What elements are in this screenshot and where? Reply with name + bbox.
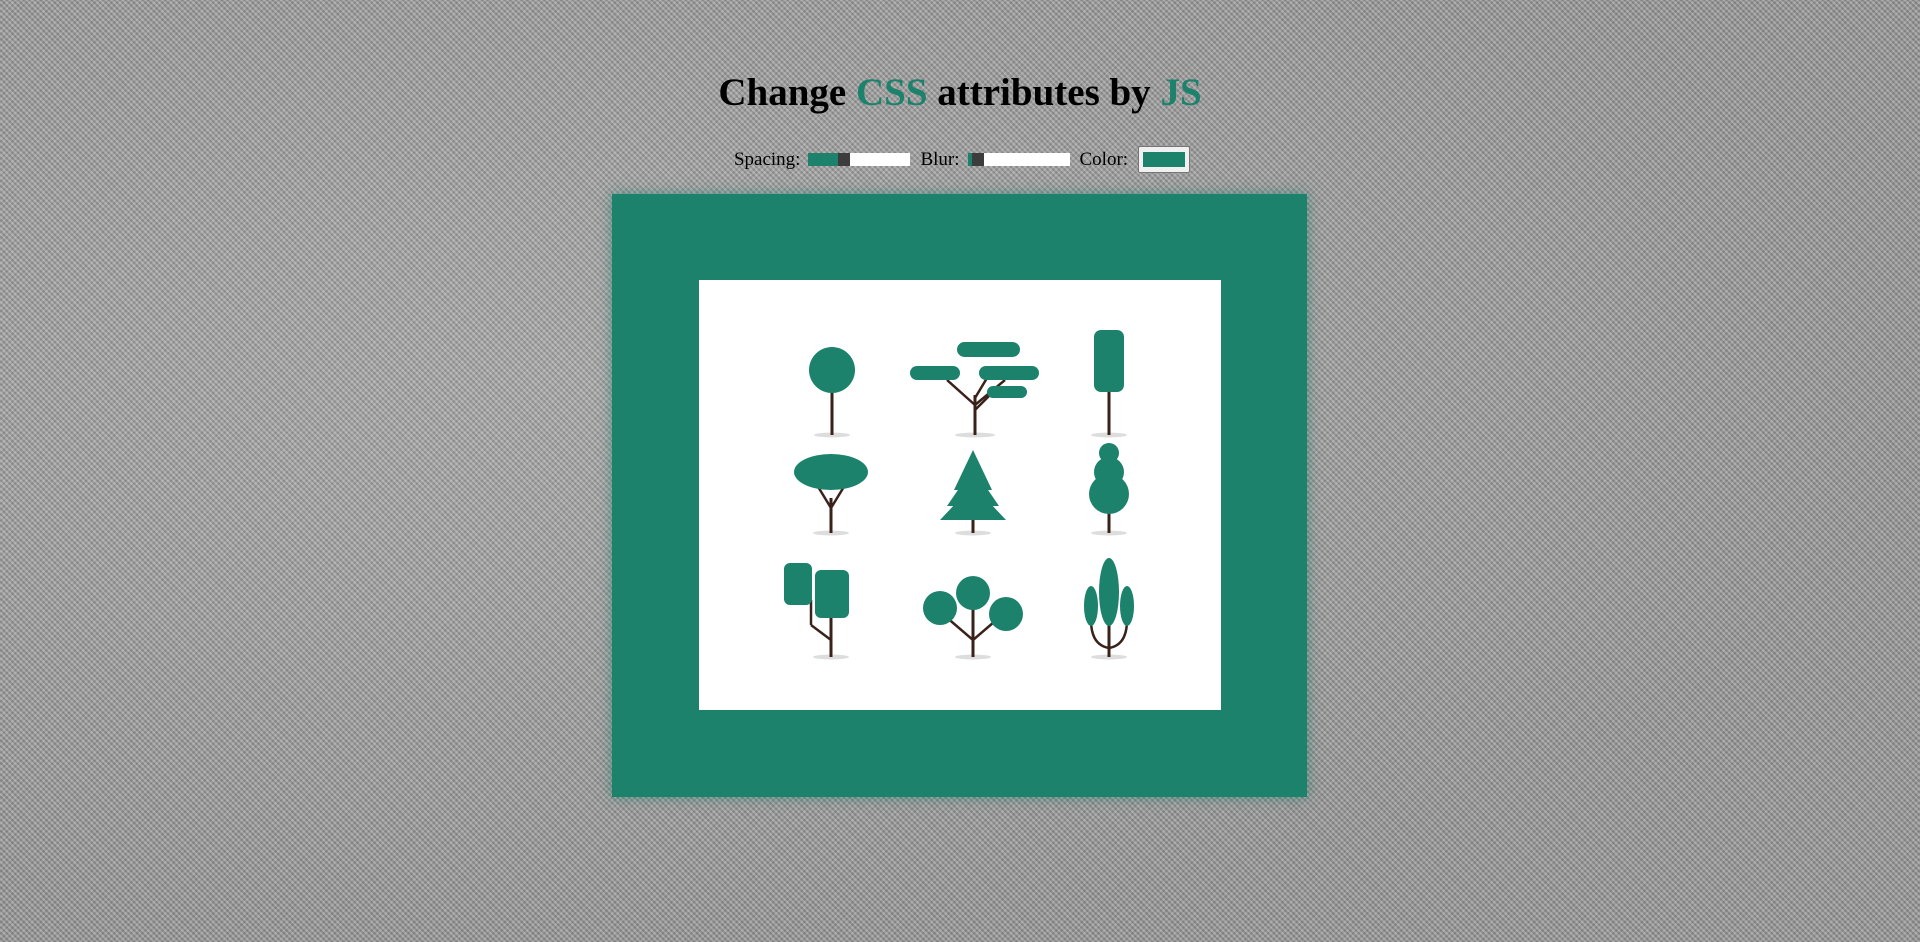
title-highlight-css: CSS (855, 71, 928, 114)
three-ball-tree-icon (923, 576, 1023, 660)
blur-slider-thumb[interactable] (971, 153, 984, 166)
image-frame (612, 194, 1307, 797)
umbrella-tree-icon (794, 454, 868, 536)
round-tree-icon (809, 347, 855, 438)
page-title: Change CSS attributes by JS (0, 70, 1920, 115)
trees-image (699, 280, 1221, 710)
spacing-label: Spacing: (733, 148, 801, 170)
cypress-tree-icon (1084, 558, 1134, 660)
stacked-tree-icon (1089, 443, 1129, 536)
twin-square-tree-icon (784, 563, 849, 660)
pine-tree-icon (940, 450, 1006, 536)
color-label: Color: (1079, 148, 1129, 170)
tall-rounded-tree-icon (1091, 330, 1127, 438)
acacia-tree-icon (910, 342, 1039, 438)
color-picker[interactable] (1138, 146, 1191, 173)
title-part-2: attributes by (927, 71, 1161, 114)
blur-label: Blur: (920, 148, 960, 170)
trees-illustration (784, 330, 1134, 660)
controls-bar: Spacing: Blur: Color: (0, 146, 1920, 173)
spacing-slider[interactable] (808, 153, 911, 166)
blur-slider[interactable] (967, 153, 1070, 166)
title-highlight-js: JS (1160, 71, 1202, 114)
color-picker-swatch (1143, 152, 1186, 167)
spacing-slider-thumb[interactable] (838, 153, 851, 166)
title-part-1: Change (718, 71, 856, 114)
